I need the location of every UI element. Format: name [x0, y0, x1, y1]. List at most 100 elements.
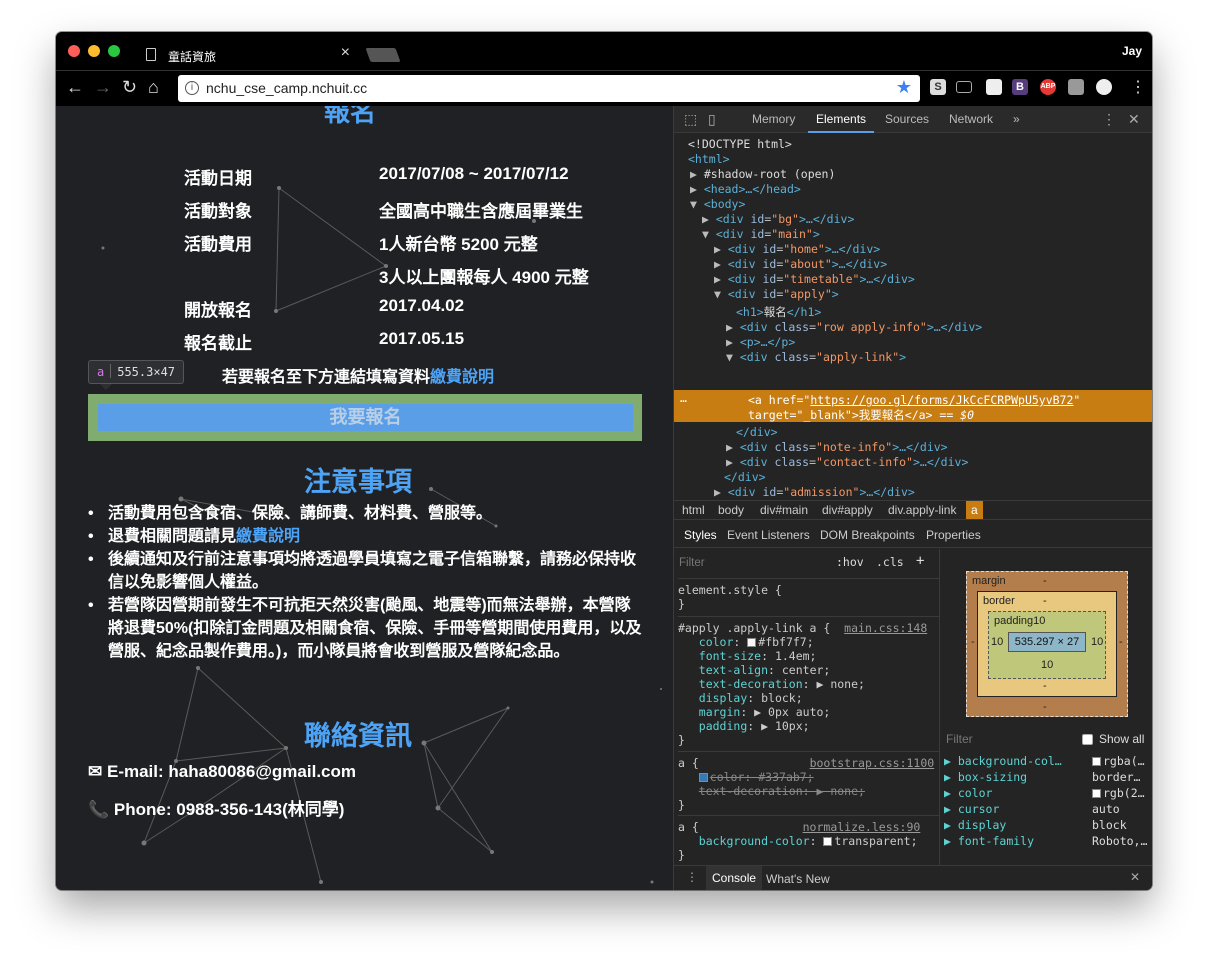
dom-line[interactable]: ▶ <div id="bg">…</div> — [702, 212, 854, 226]
dom-line[interactable]: ▶ <div class="contact-info">…</div> — [726, 455, 968, 469]
web-page: 報名 活動日期 2017/07/08 ~ 2017/07/12 活動對象 全國高… — [56, 106, 673, 890]
list-item: 若營隊因營期前發生不可抗拒天然災害(颱風、地震等)而無法舉辦，本營隊將退費50%… — [86, 594, 646, 663]
dom-line[interactable]: ▼ <body> — [690, 197, 745, 211]
cls-button[interactable]: .cls — [876, 555, 904, 569]
phone-line: 📞 Phone: 0988-356-143(林同學) — [88, 795, 344, 820]
rule-element-style: element.style { } — [678, 578, 940, 611]
new-tab-button[interactable] — [365, 48, 401, 62]
extension-s-icon[interactable]: S — [930, 79, 946, 95]
computed-val: auto — [1092, 802, 1120, 816]
dom-line-selected[interactable]: <a href="https://goo.gl/forms/JkCcFCRPWp… — [748, 393, 1080, 407]
dom-line[interactable]: ▶ <div class="note-info">…</div> — [726, 440, 948, 454]
tab-close-icon[interactable]: × — [341, 44, 350, 62]
computed-prop[interactable]: ▶ box-sizing — [944, 770, 1027, 784]
dom-line-selected[interactable]: target="_blank">我要報名</a> == $0 — [748, 407, 974, 423]
tab-console[interactable]: Console — [706, 866, 763, 890]
dom-more-icon[interactable]: … — [680, 391, 687, 405]
profile-name[interactable]: Jay — [1122, 44, 1142, 58]
notice-heading: 注意事項 — [304, 467, 412, 497]
tab-sources[interactable]: Sources — [885, 112, 929, 126]
forward-icon[interactable]: → — [94, 77, 112, 98]
computed-val: border… — [1092, 770, 1141, 784]
computed-prop[interactable]: ▶ cursor — [944, 802, 999, 816]
crumb[interactable]: html — [682, 503, 705, 517]
tab-title: 童話資旅 — [168, 50, 217, 64]
crumb-active[interactable]: a — [966, 501, 983, 519]
crumb[interactable]: div.apply-link — [888, 503, 956, 517]
computed-prop[interactable]: ▶ color — [944, 786, 992, 800]
phone-text: Phone: 0988-356-143(林同學) — [113, 800, 345, 819]
hov-button[interactable]: :hov — [836, 555, 864, 569]
devtools-menu-icon[interactable]: ⋮ — [1102, 111, 1116, 128]
computed-val: block — [1092, 818, 1127, 832]
dom-line[interactable]: ▶ <div id="home">…</div> — [714, 242, 880, 256]
styles-filter-input[interactable]: Filter — [679, 557, 705, 569]
reload-icon[interactable]: ↻ — [122, 77, 137, 98]
rule-apply-link: #apply .apply-link a { main.css:148 colo… — [678, 616, 940, 747]
device-toolbar-icon[interactable]: ▯ — [708, 111, 716, 128]
dom-line[interactable]: ▶ #shadow-root (open) — [690, 167, 835, 181]
add-rule-icon[interactable]: + — [916, 553, 924, 569]
dom-line[interactable]: ▶ <div id="admission">…</div> — [714, 485, 915, 499]
mail-extension-icon[interactable] — [1068, 79, 1084, 95]
tab-styles[interactable]: Styles — [684, 528, 717, 542]
close-window-button[interactable] — [68, 45, 80, 57]
drawer-bar: ⋮ Console What's New ✕ — [674, 865, 1152, 890]
dom-line[interactable]: ▶ <head>…</head> — [690, 182, 801, 196]
tab-network[interactable]: Network — [949, 112, 993, 126]
maximize-window-button[interactable] — [108, 45, 120, 57]
show-all-checkbox[interactable] — [1082, 734, 1093, 745]
drawer-menu-icon[interactable]: ⋮ — [686, 870, 698, 884]
computed-prop[interactable]: ▶ display — [944, 818, 1006, 832]
dom-line[interactable]: <!DOCTYPE html> — [688, 137, 792, 151]
address-bar[interactable]: i nchu_cse_camp.nchuit.cc ★ — [178, 75, 920, 102]
inspect-element-icon[interactable]: ⬚ — [684, 111, 697, 128]
bootstrap-icon[interactable]: B — [1012, 79, 1028, 95]
dom-line[interactable]: <html> — [688, 152, 730, 166]
devtools-close-icon[interactable]: ✕ — [1128, 111, 1140, 128]
tab-elements[interactable]: Elements — [816, 112, 866, 126]
info-icon[interactable]: i — [185, 81, 199, 95]
apply-button[interactable]: 我要報名 — [98, 404, 633, 431]
tab-properties[interactable]: Properties — [926, 528, 981, 542]
browser-tab[interactable]: 童話資旅 × — [136, 38, 356, 70]
url-text[interactable]: nchu_cse_camp.nchuit.cc — [206, 80, 367, 96]
browser-toolbar: ← → ↻ ⌂ i nchu_cse_camp.nchuit.cc ★ S B … — [56, 70, 1152, 106]
adblock-icon[interactable]: ABP — [1040, 79, 1056, 95]
tab-event-listeners[interactable]: Event Listeners — [727, 528, 810, 542]
dom-line[interactable]: </div> — [724, 470, 766, 484]
back-icon[interactable]: ← — [66, 77, 84, 98]
dom-line[interactable]: ▶ <div id="timetable">…</div> — [714, 272, 915, 286]
crumb[interactable]: body — [718, 503, 744, 517]
more-tabs-icon[interactable]: » — [1013, 112, 1020, 126]
fee-info-link[interactable]: 繳費說明 — [236, 528, 300, 545]
menu-kebab-icon[interactable]: ⋮ — [1130, 77, 1146, 97]
crumb[interactable]: div#apply — [822, 503, 873, 517]
crumb[interactable]: div#main — [760, 503, 808, 517]
dom-line[interactable]: ▶ <div class="row apply-info">…</div> — [726, 320, 982, 334]
extension-blank-icon[interactable] — [986, 79, 1002, 95]
dom-line[interactable]: ▶ <p>…</p> — [726, 335, 795, 349]
drawer-close-icon[interactable]: ✕ — [1130, 870, 1140, 884]
home-icon[interactable]: ⌂ — [148, 77, 159, 98]
tab-memory[interactable]: Memory — [752, 112, 795, 126]
computed-prop[interactable]: ▶ background-col… — [944, 754, 1062, 768]
settings-extension-icon[interactable] — [1096, 79, 1112, 95]
dom-line[interactable]: </div> — [736, 425, 778, 439]
email-line: ✉ E-mail: haha80086@gmail.com — [88, 762, 356, 782]
box-content-size[interactable]: 535.297 × 27 — [1008, 632, 1086, 652]
tab-whats-new[interactable]: What's New — [766, 872, 830, 886]
dom-line[interactable]: ▼ <div id="apply"> — [714, 287, 839, 301]
computed-prop[interactable]: ▶ font-family — [944, 834, 1034, 848]
dom-line[interactable]: ▶ <div id="about">…</div> — [714, 257, 887, 271]
dom-line[interactable]: ▼ <div id="main"> — [702, 227, 820, 241]
tooltip-arrow — [100, 384, 112, 390]
bookmark-star-icon[interactable]: ★ — [896, 77, 912, 98]
dom-line[interactable]: <h1>報名</h1> — [736, 304, 821, 320]
tab-dom-breakpoints[interactable]: DOM Breakpoints — [820, 528, 915, 542]
minimize-window-button[interactable] — [88, 45, 100, 57]
devtools-panel: ⬚ ▯ Memory Elements Sources Network » ⋮ … — [673, 106, 1152, 890]
dom-line[interactable]: ▼ <div class="apply-link"> — [726, 350, 906, 364]
fee-info-link[interactable]: 繳費說明 — [430, 369, 494, 386]
cast-icon[interactable] — [956, 81, 972, 93]
